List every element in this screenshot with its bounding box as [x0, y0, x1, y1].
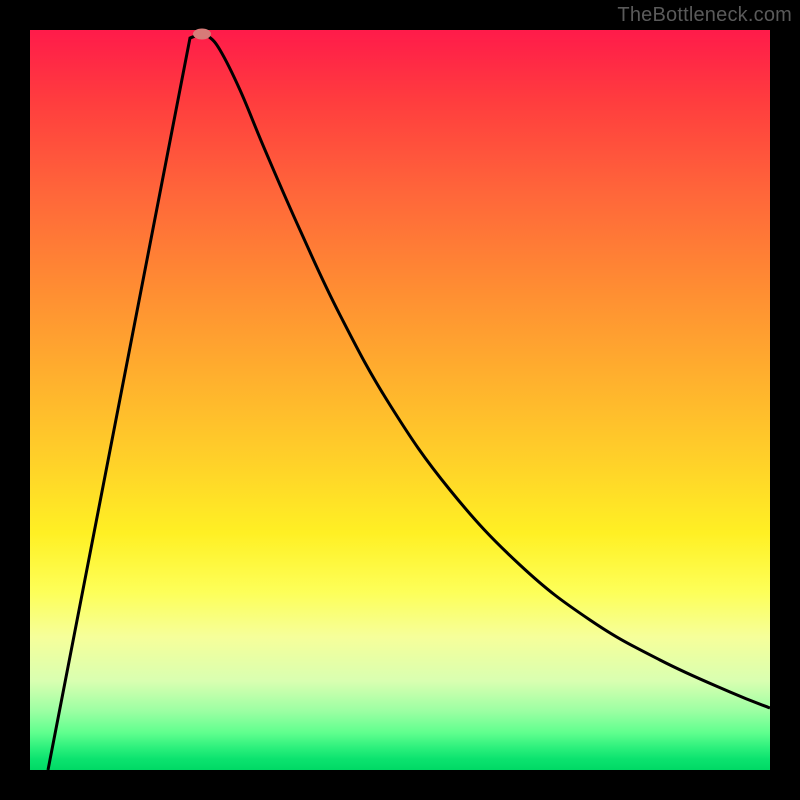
- curve-svg: [30, 30, 770, 770]
- chart-frame: TheBottleneck.com: [0, 0, 800, 800]
- watermark-text: TheBottleneck.com: [617, 4, 792, 27]
- curve-path: [48, 34, 770, 770]
- chart-plot-area: [30, 30, 770, 770]
